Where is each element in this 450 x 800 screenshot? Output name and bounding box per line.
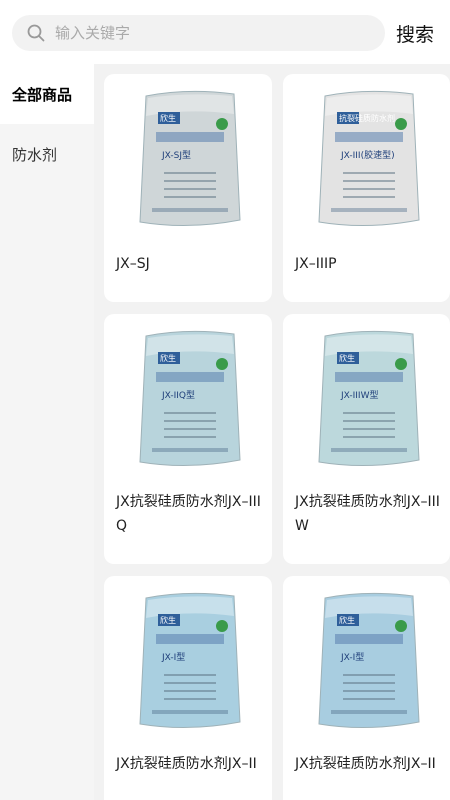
product-card[interactable]: 欣生 JX-SJ型 JX–SJ (104, 74, 272, 302)
bag-brand-text: 欣生 (160, 615, 176, 625)
bag-print-text: JX-I型 (161, 652, 185, 663)
bag-print-text: JX-I型 (340, 652, 364, 663)
search-bar[interactable] (12, 15, 385, 51)
product-image: 欣生 JX-SJ型 (139, 90, 241, 227)
bag-print-text: JX-SJ型 (161, 150, 191, 161)
bag-brand-text: 欣生 (160, 113, 176, 123)
sidebar-item-all-products[interactable]: 全部商品 (0, 64, 94, 124)
bag-brand-text: 抗裂硅质防水剂 (339, 113, 395, 123)
product-card[interactable]: 欣生 JX-I型 JX抗裂硅质防水剂JX–II (283, 576, 450, 800)
bag-print-text: JX-IIQ型 (161, 390, 195, 401)
product-title: JX抗裂硅质防水剂JX–II (116, 756, 257, 772)
product-image: 欣生 JX-IIIW型 (318, 330, 420, 467)
bag-print-text: JX-IIIW型 (340, 390, 378, 401)
product-image: 欣生 JX-I型 (139, 592, 241, 729)
search-button[interactable]: 搜索 (396, 20, 434, 47)
product-title: JX抗裂硅质防水剂JX–IIIW (295, 494, 440, 534)
bag-brand-text: 欣生 (339, 353, 355, 363)
category-sidebar: 全部商品 防水剂 (0, 64, 94, 800)
product-title: JX抗裂硅质防水剂JX–II (295, 756, 436, 772)
product-card[interactable]: 抗裂硅质防水剂 JX-III(胶速型) JX–IIIP (283, 74, 450, 302)
product-image: 欣生 JX-I型 (318, 592, 420, 729)
search-icon (27, 24, 45, 42)
product-image: 抗裂硅质防水剂 JX-III(胶速型) (318, 90, 420, 227)
search-input[interactable] (53, 23, 357, 43)
product-title: JX–IIIP (295, 256, 337, 272)
bag-print-text: JX-III(胶速型) (340, 149, 395, 161)
sidebar-item-waterproofing-agent[interactable]: 防水剂 (0, 124, 94, 184)
product-card[interactable]: 欣生 JX-IIQ型 JX抗裂硅质防水剂JX–IIIQ (104, 314, 272, 564)
bag-brand-text: 欣生 (339, 615, 355, 625)
product-title: JX抗裂硅质防水剂JX–IIIQ (116, 494, 261, 534)
sidebar-item-label: 防水剂 (12, 145, 58, 164)
product-grid: 欣生 JX-SJ型 JX–SJ 抗裂硅质防水剂 JX-III(胶速型) JX–III… (94, 64, 450, 800)
product-title: JX–SJ (116, 256, 150, 272)
sidebar-item-label: 全部商品 (12, 85, 73, 104)
product-card[interactable]: 欣生 JX-IIIW型 JX抗裂硅质防水剂JX–IIIW (283, 314, 450, 564)
product-card[interactable]: 欣生 JX-I型 JX抗裂硅质防水剂JX–II (104, 576, 272, 800)
bag-brand-text: 欣生 (160, 353, 176, 363)
product-image: 欣生 JX-IIQ型 (139, 330, 241, 467)
